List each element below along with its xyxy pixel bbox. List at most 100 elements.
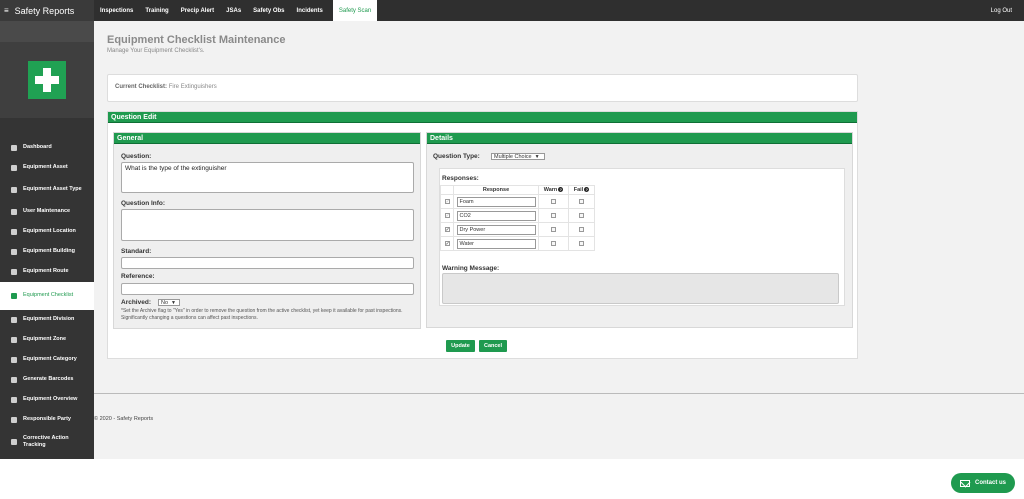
fail-checkbox[interactable] — [579, 240, 584, 246]
current-checklist-label: Current Checklist: — [115, 84, 168, 90]
page-subtitle: Manage Your Equipment Checklist's. — [107, 48, 205, 54]
page-title: Equipment Checklist Maintenance — [107, 34, 286, 46]
response-select-checkbox[interactable]: ✓ — [444, 212, 450, 218]
footer-divider — [94, 393, 1024, 394]
general-panel: General Question: What is the type of th… — [113, 132, 421, 329]
table-row: ✓ Water — [440, 236, 595, 251]
warning-message-textarea[interactable] — [442, 273, 839, 304]
warn-checkbox[interactable] — [551, 198, 556, 204]
current-checklist-value: Fire Extinguishers — [168, 84, 217, 90]
app-title: Safety Reports — [14, 5, 75, 16]
envelope-icon — [959, 479, 970, 487]
warn-checkbox[interactable] — [551, 226, 556, 232]
fail-checkbox[interactable] — [579, 212, 584, 218]
question-type-value: Multiple Choice — [494, 153, 532, 160]
user-icon — [11, 209, 17, 215]
sidebar-item-corrective-action-tracking[interactable]: Corrective Action Tracking — [0, 430, 94, 454]
overview-icon — [11, 397, 17, 403]
table-row: ✓ Dry Power — [440, 222, 595, 237]
question-type-select[interactable]: Multiple Choice ▼ — [491, 153, 545, 160]
archived-select[interactable]: No ▼ — [158, 299, 180, 306]
logo-zone — [0, 42, 94, 118]
archived-label: Archived: — [121, 299, 151, 306]
warn-column-header: Warn? — [538, 185, 569, 195]
division-icon — [11, 317, 17, 323]
building-icon — [11, 249, 17, 255]
nav-inspections[interactable]: Inspections — [94, 0, 139, 21]
footer-copyright: © 2020 - Safety Reports — [94, 416, 154, 422]
response-select-checkbox[interactable]: ✓ — [444, 240, 450, 246]
question-type-label: Question Type: — [433, 153, 480, 160]
standard-textarea[interactable] — [121, 257, 414, 269]
standard-label: Standard: — [121, 248, 152, 255]
help-icon[interactable]: ? — [584, 187, 590, 193]
sidebar-item-equipment-zone[interactable]: Equipment Zone — [0, 330, 94, 350]
nav-safety-obs[interactable]: Safety Obs — [247, 0, 290, 21]
sidebar-item-equipment-building[interactable]: Equipment Building — [0, 242, 94, 262]
response-input[interactable]: CO2 — [456, 210, 536, 221]
barcode-icon — [11, 377, 17, 383]
chevron-down-icon: ▼ — [534, 153, 540, 160]
reference-textarea[interactable] — [121, 283, 414, 295]
bottom-strip — [0, 459, 1024, 499]
general-header: General — [114, 133, 420, 144]
fail-checkbox[interactable] — [579, 198, 584, 204]
question-info-label: Question Info: — [121, 200, 166, 207]
users-icon — [11, 417, 17, 423]
users-icon — [11, 187, 17, 193]
sidebar: Dashboard Equipment Asset Equipment Asse… — [0, 21, 94, 459]
contact-us-button[interactable]: Contact us — [951, 473, 1015, 493]
cancel-button[interactable]: Cancel — [479, 340, 507, 352]
sidebar-item-equipment-asset[interactable]: Equipment Asset — [0, 158, 94, 178]
sidebar-item-generate-barcodes[interactable]: Generate Barcodes — [0, 370, 94, 390]
sidebar-item-dashboard[interactable]: Dashboard — [0, 138, 94, 158]
help-icon[interactable]: ? — [558, 187, 564, 193]
response-select-checkbox[interactable]: ✓ — [444, 226, 450, 232]
logout-link[interactable]: Log Out — [991, 0, 1012, 21]
archived-select-value: No — [161, 299, 169, 306]
question-edit-card: Question Edit General Question: What is … — [107, 111, 858, 359]
sidebar-item-responsible-party[interactable]: Responsible Party — [0, 410, 94, 430]
sidebar-item-equipment-checklist[interactable]: Equipment Checklist — [0, 282, 94, 310]
sidebar-item-equipment-route[interactable]: Equipment Route — [0, 262, 94, 282]
sidebar-item-equipment-category[interactable]: Equipment Category — [0, 350, 94, 370]
checklist-icon — [11, 293, 17, 299]
top-nav: Inspections Training Precip Alert JSAs S… — [94, 0, 378, 21]
users-icon — [11, 229, 17, 235]
nav-precip-alert[interactable]: Precip Alert — [175, 0, 220, 21]
current-checklist-card: Current Checklist: Fire Extinguishers — [107, 74, 858, 102]
menu-icon[interactable]: ≡ — [4, 6, 9, 15]
gear-icon — [11, 439, 17, 445]
update-button[interactable]: Update — [446, 340, 475, 352]
question-info-textarea[interactable] — [121, 209, 414, 241]
sidebar-top-gap — [0, 21, 94, 42]
sidebar-item-equipment-location[interactable]: Equipment Location — [0, 222, 94, 242]
select-column-header — [440, 185, 454, 195]
sidebar-item-equipment-overview[interactable]: Equipment Overview — [0, 390, 94, 410]
nav-training[interactable]: Training — [139, 0, 174, 21]
nav-jsas[interactable]: JSAs — [220, 0, 247, 21]
sidebar-item-equipment-asset-type[interactable]: Equipment Asset Type — [0, 178, 94, 202]
response-input[interactable]: Water — [456, 238, 536, 249]
fail-checkbox[interactable] — [579, 226, 584, 232]
sidebar-item-user-maintenance[interactable]: User Maintenance — [0, 202, 94, 222]
warn-checkbox[interactable] — [551, 212, 556, 218]
response-column-header: Response — [453, 185, 539, 195]
response-input[interactable]: Dry Power — [456, 224, 536, 235]
chevron-down-icon: ▼ — [171, 299, 176, 306]
top-bar: ≡ Safety Reports Inspections Training Pr… — [0, 0, 1024, 21]
warning-message-label: Warning Message: — [442, 265, 500, 272]
nav-safety-scan[interactable]: Safety Scan — [332, 0, 378, 21]
question-edit-header: Question Edit — [108, 112, 857, 123]
contact-us-label: Contact us — [974, 480, 1006, 486]
question-textarea[interactable]: What is the type of the extinguisher — [121, 162, 414, 193]
brand[interactable]: ≡ Safety Reports — [0, 0, 94, 21]
sidebar-item-equipment-division[interactable]: Equipment Division — [0, 310, 94, 330]
response-select-checkbox[interactable]: ✓ — [444, 198, 450, 204]
warn-checkbox[interactable] — [551, 240, 556, 246]
reference-label: Reference: — [121, 273, 155, 280]
nav-incidents[interactable]: Incidents — [291, 0, 329, 21]
table-row: ✓ CO2 — [440, 208, 595, 223]
response-input[interactable]: Foam — [456, 196, 536, 207]
asset-icon — [11, 165, 17, 171]
